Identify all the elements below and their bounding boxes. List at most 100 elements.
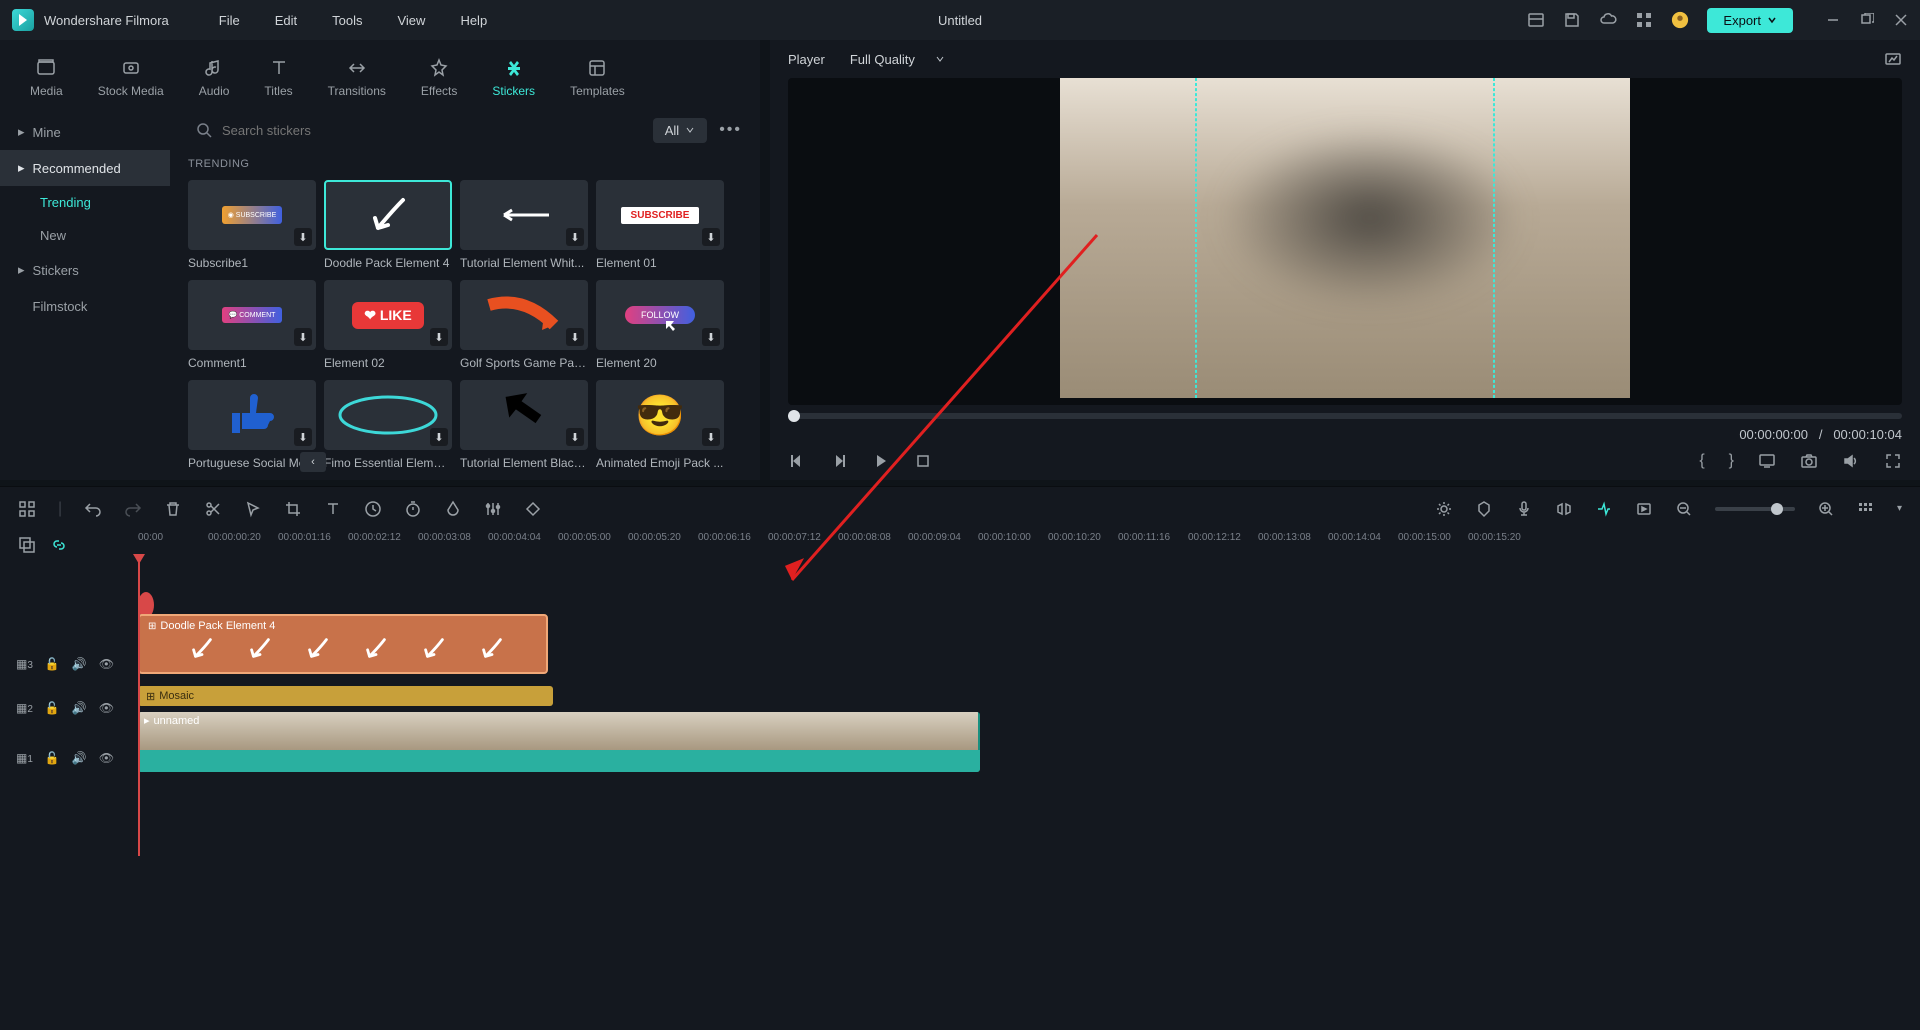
menu-file[interactable]: File (219, 13, 240, 28)
step-back-button[interactable] (788, 452, 806, 470)
preview-viewport[interactable] (788, 78, 1902, 405)
tab-media[interactable]: Media (20, 48, 73, 106)
speed-icon[interactable] (364, 500, 382, 518)
stop-button[interactable] (914, 452, 932, 470)
visibility-icon[interactable]: 👁 (99, 751, 114, 765)
auto-ripple-icon[interactable] (1595, 500, 1613, 518)
adjust-icon[interactable] (484, 500, 502, 518)
menu-view[interactable]: View (397, 13, 425, 28)
save-icon[interactable] (1563, 11, 1581, 29)
page-prev-button[interactable]: ‹ (300, 452, 326, 472)
redo-icon[interactable] (124, 500, 142, 518)
crop-icon[interactable] (284, 500, 302, 518)
tab-titles[interactable]: Titles (254, 48, 302, 106)
sticker-card[interactable]: ⬇ Golf Sports Game Pac... (460, 280, 588, 370)
step-forward-button[interactable] (830, 452, 848, 470)
volume-icon[interactable] (1842, 452, 1860, 470)
voiceover-icon[interactable] (1515, 500, 1533, 518)
add-track-icon[interactable] (18, 536, 36, 554)
more-options-icon[interactable]: ••• (719, 121, 742, 139)
export-button[interactable]: Export (1707, 8, 1793, 33)
sticker-card[interactable]: FOLLOW⬇ Element 20 (596, 280, 724, 370)
sticker-card[interactable]: ◉ SUBSCRIBE⬇ Subscribe1 (188, 180, 316, 270)
split-icon[interactable] (204, 500, 222, 518)
snapshot-settings-icon[interactable] (1884, 50, 1902, 68)
menu-help[interactable]: Help (460, 13, 487, 28)
cloud-icon[interactable] (1599, 11, 1617, 29)
clip-mosaic[interactable]: ⊞Mosaic (138, 686, 553, 706)
mute-icon[interactable]: 🔊 (72, 657, 87, 671)
undo-icon[interactable] (84, 500, 102, 518)
menu-edit[interactable]: Edit (275, 13, 297, 28)
play-button[interactable] (872, 452, 890, 470)
sidebar-sub-new[interactable]: New (0, 219, 170, 252)
close-button[interactable] (1894, 13, 1908, 27)
panel-grid-icon[interactable] (18, 500, 36, 518)
maximize-button[interactable] (1860, 13, 1874, 27)
sticker-card[interactable]: SUBSCRIBE⬇ Element 01 (596, 180, 724, 270)
sticker-card[interactable]: 💬 COMMENT⬇ Comment1 (188, 280, 316, 370)
sticker-card[interactable]: ⬇ Fimo Essential Elemen... (324, 380, 452, 470)
sticker-card[interactable]: ⬇ Portuguese Social Me... (188, 380, 316, 470)
sidebar-item-stickers[interactable]: ▸Stickers (0, 252, 170, 288)
cursor-icon[interactable] (244, 500, 262, 518)
filter-dropdown[interactable]: All (653, 118, 707, 143)
tab-templates[interactable]: Templates (560, 48, 635, 106)
sticker-card[interactable]: ⬇ Tutorial Element Whit... (460, 180, 588, 270)
sidebar-item-mine[interactable]: ▸Mine (0, 114, 170, 150)
film-icon[interactable]: ▦1 (16, 751, 33, 765)
duration-icon[interactable] (404, 500, 422, 518)
apps-icon[interactable] (1635, 11, 1653, 29)
color-icon[interactable] (444, 500, 462, 518)
sticker-card[interactable]: ⬇ Tutorial Element Black 3 (460, 380, 588, 470)
search-input[interactable] (222, 123, 633, 138)
sticker-card[interactable]: Doodle Pack Element 4 (324, 180, 452, 270)
visibility-icon[interactable]: 👁 (99, 657, 114, 671)
timeline-view-icon[interactable] (1857, 500, 1875, 518)
mute-icon[interactable]: 🔊 (72, 701, 87, 715)
audio-mix-icon[interactable] (1555, 500, 1573, 518)
zoom-out-icon[interactable] (1675, 500, 1693, 518)
search-box[interactable] (188, 116, 641, 144)
zoom-in-icon[interactable] (1817, 500, 1835, 518)
account-icon[interactable] (1671, 11, 1689, 29)
clip-sticker[interactable]: ⊞Doodle Pack Element 4 (138, 614, 548, 674)
mark-in-icon[interactable]: { (1699, 452, 1704, 470)
sidebar-sub-trending[interactable]: Trending (0, 186, 170, 219)
tab-effects[interactable]: Effects (411, 48, 467, 106)
sidebar-item-recommended[interactable]: ▸Recommended (0, 150, 170, 186)
clip-video[interactable]: ▸ unnamed (138, 712, 980, 772)
keyframe-icon[interactable] (524, 500, 542, 518)
enhance-icon[interactable] (1435, 500, 1453, 518)
tab-stickers[interactable]: Stickers (482, 48, 545, 106)
tab-audio[interactable]: Audio (189, 48, 240, 106)
lock-icon[interactable]: 🔓 (45, 657, 60, 671)
marker-icon[interactable] (1475, 500, 1493, 518)
chevron-down-icon[interactable]: ▾ (1897, 503, 1902, 514)
delete-icon[interactable] (164, 500, 182, 518)
snapshot-icon[interactable] (1800, 452, 1818, 470)
zoom-slider[interactable] (1715, 507, 1795, 511)
quality-dropdown[interactable]: Full Quality (850, 52, 945, 67)
minimize-button[interactable] (1826, 13, 1840, 27)
film-icon[interactable]: ▦3 (16, 657, 33, 671)
scrub-bar[interactable] (788, 413, 1902, 419)
link-icon[interactable] (50, 536, 68, 554)
sidebar-item-filmstock[interactable]: ▸Filmstock (0, 288, 170, 324)
lock-icon[interactable]: 🔓 (45, 701, 60, 715)
tab-stock-media[interactable]: Stock Media (88, 48, 174, 106)
layout-icon[interactable] (1527, 11, 1545, 29)
text-icon[interactable] (324, 500, 342, 518)
visibility-icon[interactable]: 👁 (99, 701, 114, 715)
sticker-card[interactable]: ❤ LIKE⬇ Element 02 (324, 280, 452, 370)
render-icon[interactable] (1635, 500, 1653, 518)
menu-tools[interactable]: Tools (332, 13, 362, 28)
sticker-card[interactable]: 😎⬇ Animated Emoji Pack ... (596, 380, 724, 470)
mute-icon[interactable]: 🔊 (72, 751, 87, 765)
tab-transitions[interactable]: Transitions (318, 48, 396, 106)
lock-icon[interactable]: 🔓 (45, 751, 60, 765)
display-icon[interactable] (1758, 452, 1776, 470)
playhead[interactable] (138, 556, 140, 856)
fullscreen-icon[interactable] (1884, 452, 1902, 470)
timeline-ruler[interactable]: 00:0000:00:00:2000:00:01:1600:00:02:1200… (138, 530, 1920, 556)
